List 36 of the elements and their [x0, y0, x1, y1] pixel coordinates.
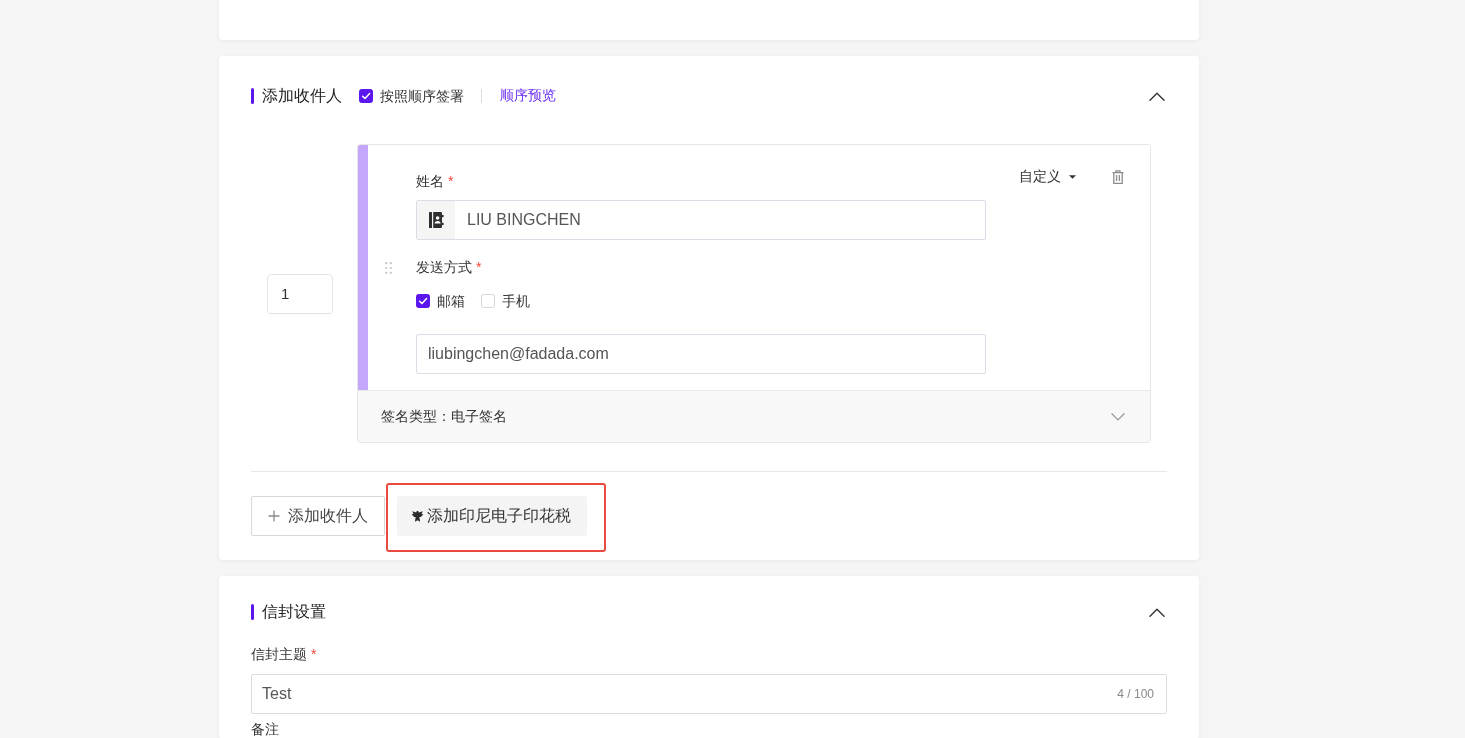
field-label: 发送方式	[416, 258, 472, 277]
signature-type-label: 签名类型：电子签名	[381, 407, 507, 426]
add-recipient-button[interactable]: 添加收件人	[251, 496, 385, 536]
contact-book-icon[interactable]	[428, 212, 444, 228]
checkbox[interactable]	[359, 89, 373, 103]
eagle-icon	[411, 509, 424, 523]
signature-type-bar[interactable]: 签名类型：电子签名	[358, 390, 1150, 442]
email-field[interactable]: liubingchen@fadada.com	[416, 334, 986, 374]
accent-bar-icon	[251, 604, 254, 620]
preview-link[interactable]: 顺序预览	[500, 87, 556, 105]
field-label: 信封主题	[251, 645, 307, 664]
required-asterisk: *	[311, 645, 317, 664]
accent-bar-icon	[251, 88, 254, 104]
caret-icon	[1069, 175, 1076, 179]
name-field[interactable]: LIU BINGCHEN	[416, 200, 986, 240]
field-label: 姓名	[416, 172, 444, 191]
role-dropdown[interactable]: 自定义	[1019, 168, 1076, 186]
character-counter: 4 / 100	[1117, 687, 1154, 701]
field-label: 备注	[251, 720, 279, 738]
order-number-field[interactable]: 1	[267, 273, 333, 314]
checkbox-label: 手机	[502, 292, 530, 311]
checkbox-label: 邮箱	[437, 292, 465, 311]
trash-icon[interactable]	[1112, 170, 1124, 184]
chevron-down-icon[interactable]	[1111, 412, 1125, 421]
add-stamp-duty-button[interactable]: 添加印尼电子印花税	[397, 496, 587, 536]
subject-field[interactable]: Test 4 / 100	[251, 674, 1167, 714]
chevron-up-icon[interactable]	[1149, 607, 1165, 617]
chevron-up-icon[interactable]	[1149, 91, 1165, 101]
plus-icon	[268, 510, 280, 522]
required-asterisk: *	[448, 172, 454, 191]
checkbox[interactable]	[416, 294, 430, 308]
checkbox-label: 按照顺序签署	[380, 87, 464, 106]
section-title: 信封设置	[262, 601, 326, 622]
drag-handle-icon[interactable]	[385, 261, 392, 274]
required-asterisk: *	[476, 258, 482, 277]
section-title: 添加收件人	[262, 85, 342, 106]
